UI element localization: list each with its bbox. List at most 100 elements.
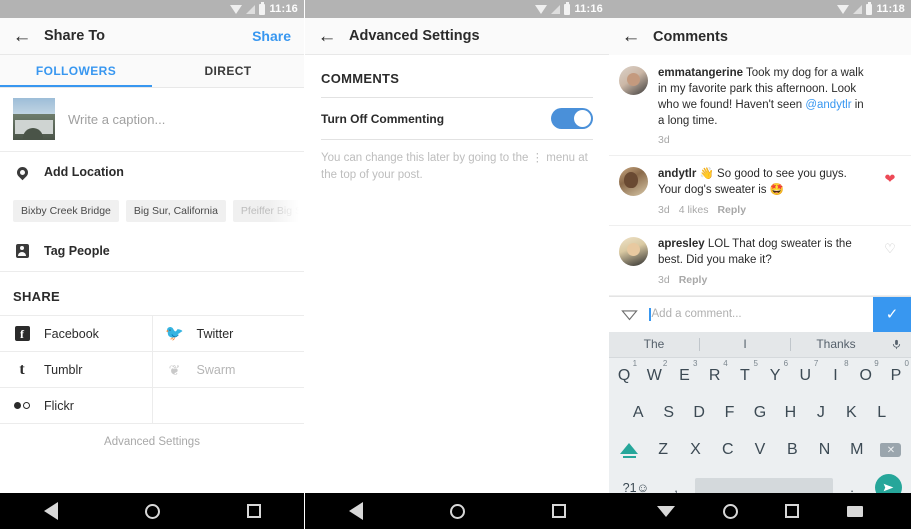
suggestion-chip[interactable]: The: [609, 337, 699, 351]
location-chip[interactable]: Big Sur, California: [125, 200, 226, 222]
add-location-label: Add Location: [44, 165, 124, 179]
nav-back-icon[interactable]: [348, 502, 363, 520]
tab-direct[interactable]: DIRECT: [152, 55, 304, 87]
comment-mention[interactable]: @andytlr: [805, 99, 851, 111]
submit-comment-button[interactable]: ✓: [873, 296, 911, 332]
comment-username[interactable]: apresley: [658, 238, 705, 250]
comment-reply-button[interactable]: Reply: [717, 204, 746, 216]
key-x[interactable]: X: [679, 441, 711, 459]
key-d[interactable]: D: [684, 404, 714, 422]
shift-icon[interactable]: [611, 442, 647, 458]
post-thumbnail[interactable]: [13, 98, 55, 140]
turn-off-commenting-toggle[interactable]: [551, 108, 593, 129]
avatar[interactable]: [619, 237, 648, 267]
advanced-settings-link[interactable]: Advanced Settings: [0, 424, 304, 460]
caption-row[interactable]: Write a caption...: [0, 88, 304, 152]
back-arrow-icon[interactable]: ←: [305, 27, 349, 46]
back-arrow-icon[interactable]: ←: [0, 27, 44, 46]
key-m[interactable]: M: [841, 441, 873, 459]
status-time: 11:16: [269, 3, 298, 15]
appbar-share-to: ← Share To Share: [0, 18, 304, 55]
suggestion-chip[interactable]: I: [700, 337, 790, 351]
key-p[interactable]: 0P: [881, 359, 911, 385]
key-e[interactable]: 3E: [669, 359, 699, 385]
comment-username[interactable]: emmatangerine: [658, 67, 743, 79]
avatar[interactable]: [619, 66, 648, 95]
comment-input[interactable]: Add a comment...: [649, 297, 873, 332]
tag-people-row[interactable]: Tag People: [0, 231, 304, 271]
android-navbar-2: [305, 493, 609, 529]
nav-recent-icon[interactable]: [785, 504, 800, 518]
share-option-twitter[interactable]: 🐦 Twitter: [153, 316, 305, 351]
key-u[interactable]: 7U: [790, 359, 820, 385]
share-option-flickr[interactable]: Flickr: [0, 388, 153, 423]
add-location-row[interactable]: Add Location: [0, 152, 304, 192]
key-b[interactable]: B: [776, 441, 808, 459]
nav-recent-icon[interactable]: [246, 504, 261, 518]
key-f[interactable]: F: [714, 404, 744, 422]
like-heart-icon[interactable]: ❤: [879, 167, 901, 216]
avatar[interactable]: [619, 167, 648, 197]
comment-body: apresley LOL That dog sweater is the bes…: [658, 237, 869, 286]
add-comment-bar: Add a comment... ✓: [609, 295, 911, 332]
key-i[interactable]: 8I: [820, 359, 850, 385]
microphone-icon[interactable]: [881, 337, 911, 352]
key-q[interactable]: 1Q: [609, 359, 639, 385]
key-a[interactable]: A: [623, 404, 653, 422]
comment-item[interactable]: emmatangerine Took my dog for a walk in …: [609, 55, 911, 157]
status-bar-1: 11:16: [0, 0, 304, 18]
nav-back-icon[interactable]: [43, 502, 58, 520]
key-z[interactable]: Z: [647, 441, 679, 459]
comment-text: andytlr 👋 So good to see you guys. Your …: [658, 167, 869, 199]
nav-recent-icon[interactable]: [551, 504, 566, 518]
comment-username[interactable]: andytlr: [658, 168, 696, 180]
like-heart-icon[interactable]: [879, 66, 901, 146]
key-s[interactable]: S: [653, 404, 683, 422]
key-y[interactable]: 6Y: [760, 359, 790, 385]
comments-section-heading: COMMENTS: [321, 71, 400, 86]
nav-home-icon[interactable]: [722, 503, 738, 519]
key-k[interactable]: K: [836, 404, 866, 422]
key-number: 8: [844, 359, 849, 369]
share-option-swarm[interactable]: ❦ Swarm: [153, 352, 305, 387]
key-v[interactable]: V: [744, 441, 776, 459]
overflow-menu-icon: ⋮: [531, 152, 544, 164]
nav-home-icon[interactable]: [144, 503, 160, 519]
key-w[interactable]: 2W: [639, 359, 669, 385]
key-g[interactable]: G: [745, 404, 775, 422]
nav-back-down-icon[interactable]: [656, 505, 675, 517]
key-label: W: [646, 367, 662, 385]
key-j[interactable]: J: [806, 404, 836, 422]
nav-keyboard-icon[interactable]: [847, 505, 864, 517]
comment-text: apresley LOL That dog sweater is the bes…: [658, 237, 869, 269]
key-t[interactable]: 5T: [730, 359, 760, 385]
comment-likes[interactable]: 4 likes: [679, 204, 709, 216]
share-option-label: Flickr: [44, 398, 74, 413]
caption-input[interactable]: Write a caption...: [68, 112, 165, 127]
key-label: Y: [769, 367, 781, 385]
key-n[interactable]: N: [808, 441, 840, 459]
back-arrow-icon[interactable]: ←: [609, 27, 653, 46]
facebook-icon: f: [13, 326, 31, 341]
share-option-facebook[interactable]: f Facebook: [0, 316, 153, 351]
comment-meta: 3d 4 likes Reply: [658, 204, 869, 216]
key-h[interactable]: H: [775, 404, 805, 422]
key-l[interactable]: L: [867, 404, 897, 422]
location-chip[interactable]: Bixby Creek Bridge: [13, 200, 119, 222]
comment-reply-button[interactable]: Reply: [679, 274, 708, 286]
like-heart-icon[interactable]: ♡: [879, 237, 901, 286]
tab-followers[interactable]: FOLLOWERS: [0, 55, 152, 87]
suggestion-chip[interactable]: Thanks: [791, 337, 881, 351]
key-o[interactable]: 9O: [851, 359, 881, 385]
turn-off-commenting-row[interactable]: Turn Off Commenting: [305, 98, 609, 139]
key-r[interactable]: 4R: [700, 359, 730, 385]
location-chip[interactable]: Pfeiffer Big Sur State Par: [232, 200, 304, 222]
comment-item[interactable]: apresley LOL That dog sweater is the bes…: [609, 226, 911, 296]
key-label: I: [833, 367, 838, 385]
nav-home-icon[interactable]: [449, 503, 465, 519]
backspace-icon[interactable]: ✕: [873, 443, 909, 458]
key-c[interactable]: C: [712, 441, 744, 459]
share-option-tumblr[interactable]: t Tumblr: [0, 352, 153, 387]
comment-item[interactable]: andytlr 👋 So good to see you guys. Your …: [609, 156, 911, 227]
share-button[interactable]: Share: [252, 28, 304, 44]
